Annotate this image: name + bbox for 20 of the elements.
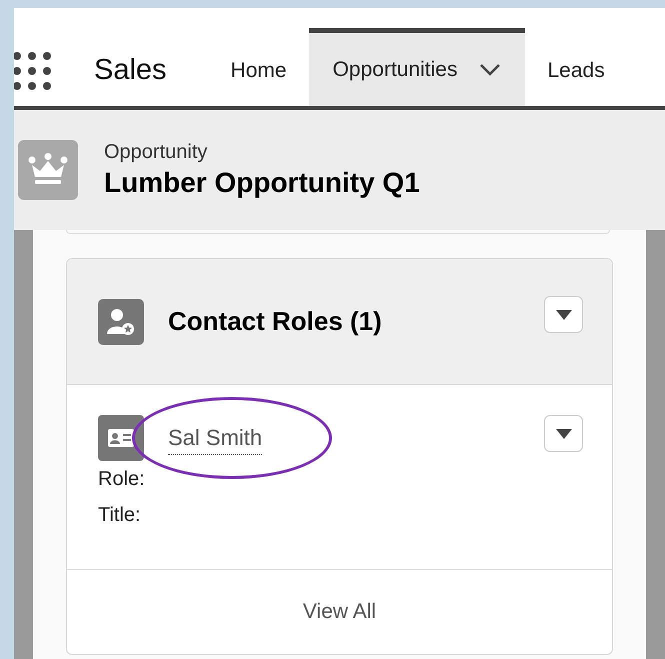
app-launcher-icon[interactable]: [14, 52, 52, 90]
app-name: Sales: [94, 53, 167, 88]
contact-card-icon: [98, 415, 144, 461]
contact-name-link[interactable]: Sal Smith: [168, 421, 262, 455]
nav-tab[interactable]: Leads: [525, 36, 627, 106]
contact-role-icon: [98, 298, 144, 344]
field-label: Title:: [98, 503, 142, 528]
object-type-label: Opportunity: [104, 140, 208, 165]
opportunity-icon: [18, 140, 78, 200]
card-title: Contact Roles (1): [168, 305, 382, 338]
nav-tab[interactable]: Opportunities: [308, 28, 526, 106]
chevron-down-icon[interactable]: [479, 63, 502, 76]
caret-icon: [556, 310, 572, 320]
nav-tab[interactable]: Home: [208, 36, 309, 106]
row-menu-button[interactable]: [544, 415, 583, 452]
record-title: Lumber Opportunity Q1: [104, 166, 420, 200]
field-label: Role:: [98, 467, 146, 492]
view-all-link[interactable]: View All: [302, 596, 376, 628]
card-menu-button[interactable]: [544, 296, 583, 333]
caret-icon: [556, 428, 572, 438]
